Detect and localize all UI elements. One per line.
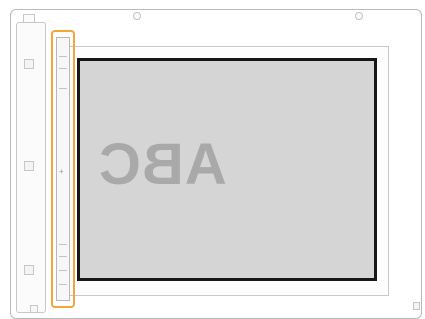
alignment-guide-highlight — [51, 30, 75, 308]
hinge-tab-upper — [24, 59, 34, 69]
scanner-foot — [30, 305, 38, 313]
document-on-glass: ABC — [77, 58, 377, 281]
document-mirrored-text: ABC — [98, 132, 227, 197]
scanner-hinge-panel — [16, 22, 46, 313]
corner-latch — [413, 302, 420, 310]
screw-icon — [355, 12, 363, 20]
hinge-tab-lower — [24, 265, 34, 275]
hinge-tab-middle — [24, 161, 34, 171]
screw-icon — [133, 12, 141, 20]
